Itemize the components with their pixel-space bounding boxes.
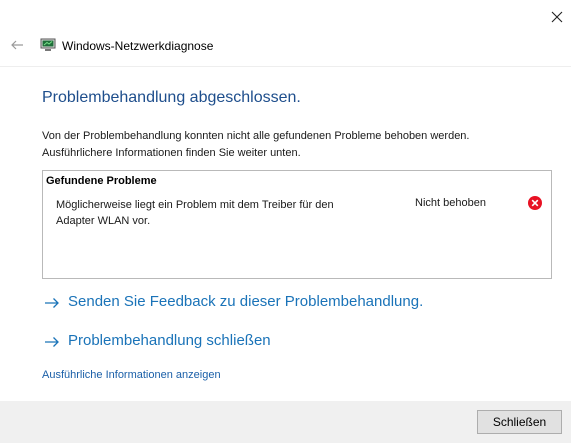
- close-icon[interactable]: [545, 6, 569, 28]
- problems-header: Gefundene Probleme: [46, 175, 157, 187]
- description-line-1: Von der Problembehandlung konnten nicht …: [42, 130, 470, 142]
- description-line-2: Ausführlichere Informationen finden Sie …: [42, 147, 301, 159]
- header-divider: [0, 66, 571, 67]
- close-troubleshooter-link[interactable]: Problembehandlung schließen: [44, 332, 271, 349]
- problems-list: Gefundene Probleme Möglicherweise liegt …: [42, 170, 552, 279]
- problem-description: Möglicherweise liegt ein Problem mit dem…: [56, 197, 386, 229]
- problem-status: Nicht behoben: [415, 197, 486, 209]
- feedback-link-label[interactable]: Senden Sie Feedback zu dieser Problembeh…: [68, 293, 423, 310]
- footer: Schließen: [0, 401, 571, 443]
- close-button[interactable]: Schließen: [477, 410, 562, 434]
- page-title: Problembehandlung abgeschlossen.: [42, 89, 301, 106]
- back-arrow-icon[interactable]: [10, 38, 26, 54]
- problem-text-line-1: Möglicherweise liegt ein Problem mit dem…: [56, 199, 334, 211]
- description: Von der Problembehandlung konnten nicht …: [42, 128, 552, 162]
- error-icon: [527, 195, 543, 211]
- feedback-link[interactable]: Senden Sie Feedback zu dieser Problembeh…: [44, 293, 423, 310]
- close-troubleshooter-label[interactable]: Problembehandlung schließen: [68, 332, 271, 349]
- arrow-right-icon: [44, 296, 60, 308]
- title-bar: Windows-Netzwerkdiagnose: [0, 32, 571, 60]
- window-title: Windows-Netzwerkdiagnose: [62, 39, 214, 53]
- network-diagnostics-icon: [40, 38, 56, 52]
- details-link[interactable]: Ausführliche Informationen anzeigen: [42, 369, 221, 381]
- problem-text-line-2: Adapter WLAN vor.: [56, 215, 151, 227]
- arrow-right-icon: [44, 335, 60, 347]
